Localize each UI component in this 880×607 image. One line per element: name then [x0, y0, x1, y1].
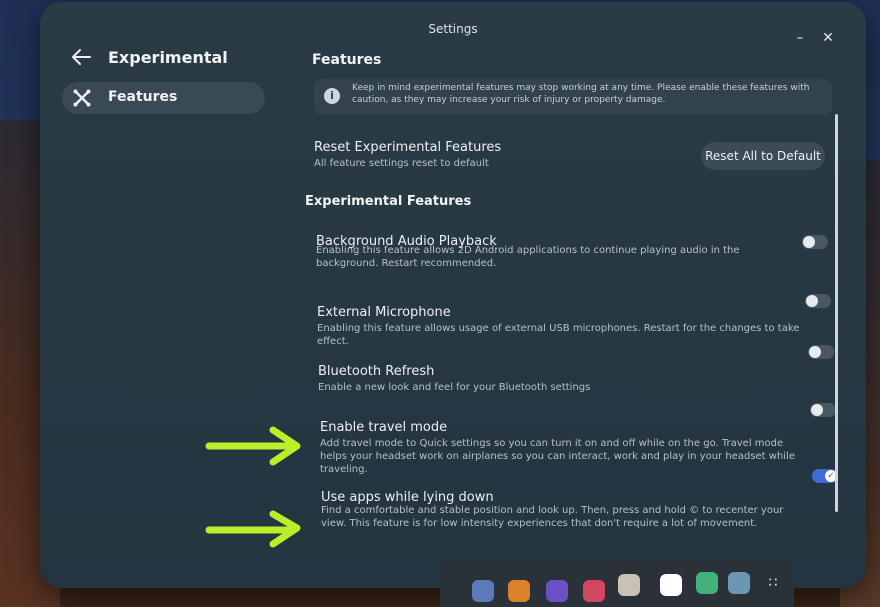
info-banner: i Keep in mind experimental features may… [314, 79, 832, 115]
app-icon[interactable] [728, 572, 750, 594]
scrollbar[interactable] [835, 114, 838, 512]
sidebar-title: Experimental [108, 48, 228, 67]
youtube-icon[interactable] [660, 574, 682, 596]
camera-icon[interactable] [583, 580, 605, 602]
tools-icon [73, 89, 91, 107]
feature-title: Use apps while lying down [321, 490, 494, 505]
sidebar-item-features[interactable]: Features [62, 82, 265, 114]
taskbar: ∷ [440, 560, 794, 607]
feature-title: External Microphone [317, 305, 451, 320]
feature-desc: Add travel mode to Quick settings so you… [320, 438, 795, 475]
annotation-arrow-icon [205, 426, 301, 466]
app-icon[interactable] [508, 580, 530, 602]
settings-window: Settings – ✕ Experimental Features Featu… [40, 2, 866, 588]
feature-desc: Enabling this feature allows usage of ex… [317, 323, 800, 347]
info-text: Keep in mind experimental features may s… [352, 83, 810, 105]
external-microphone-toggle[interactable] [805, 294, 831, 308]
page-title: Features [312, 52, 382, 68]
feature-title: Enable travel mode [320, 420, 448, 435]
background-audio-toggle[interactable] [802, 235, 828, 249]
app-icon[interactable] [472, 580, 494, 602]
bluetooth-refresh-toggle[interactable] [808, 345, 834, 359]
app-icon[interactable] [618, 574, 640, 596]
settings-icon[interactable] [696, 572, 718, 594]
travel-mode-toggle[interactable] [810, 403, 836, 417]
sidebar-item-label: Features [108, 89, 178, 105]
back-arrow-icon[interactable] [70, 46, 92, 68]
people-icon[interactable] [546, 580, 568, 602]
annotation-arrow-icon [205, 510, 301, 548]
close-icon[interactable]: ✕ [820, 30, 836, 46]
window-title: Settings [428, 22, 478, 36]
feature-desc: Find a comfortable and stable position a… [321, 505, 784, 529]
feature-desc: Enable a new look and feel for your Blue… [318, 382, 591, 393]
minimize-icon[interactable]: – [792, 30, 808, 46]
feature-desc: Enabling this feature allows 2D Android … [316, 245, 740, 269]
reset-title: Reset Experimental Features [314, 140, 502, 155]
info-icon: i [324, 88, 340, 104]
reset-desc: All feature settings reset to default [314, 158, 489, 169]
reset-all-button[interactable]: Reset All to Default [701, 142, 825, 170]
apps-grid-icon[interactable]: ∷ [762, 572, 784, 594]
section-title: Experimental Features [305, 194, 472, 209]
feature-title: Bluetooth Refresh [318, 364, 435, 379]
